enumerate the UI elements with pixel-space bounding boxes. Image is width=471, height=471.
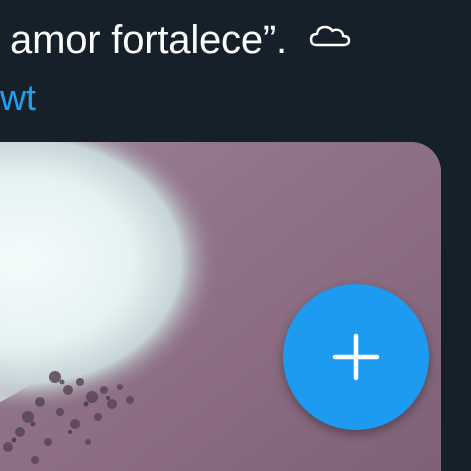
tweet-text-line: - amor fortalece”. <box>0 14 353 62</box>
compose-tweet-button[interactable] <box>283 284 429 430</box>
plus-icon <box>332 333 380 381</box>
tweet-text: - amor fortalece”. <box>0 18 287 62</box>
hashtag-link[interactable]: wt <box>0 78 36 118</box>
cloud-icon <box>309 14 353 47</box>
timeline-screen: ᐧ - amor fortalece”. wt <box>0 0 471 471</box>
